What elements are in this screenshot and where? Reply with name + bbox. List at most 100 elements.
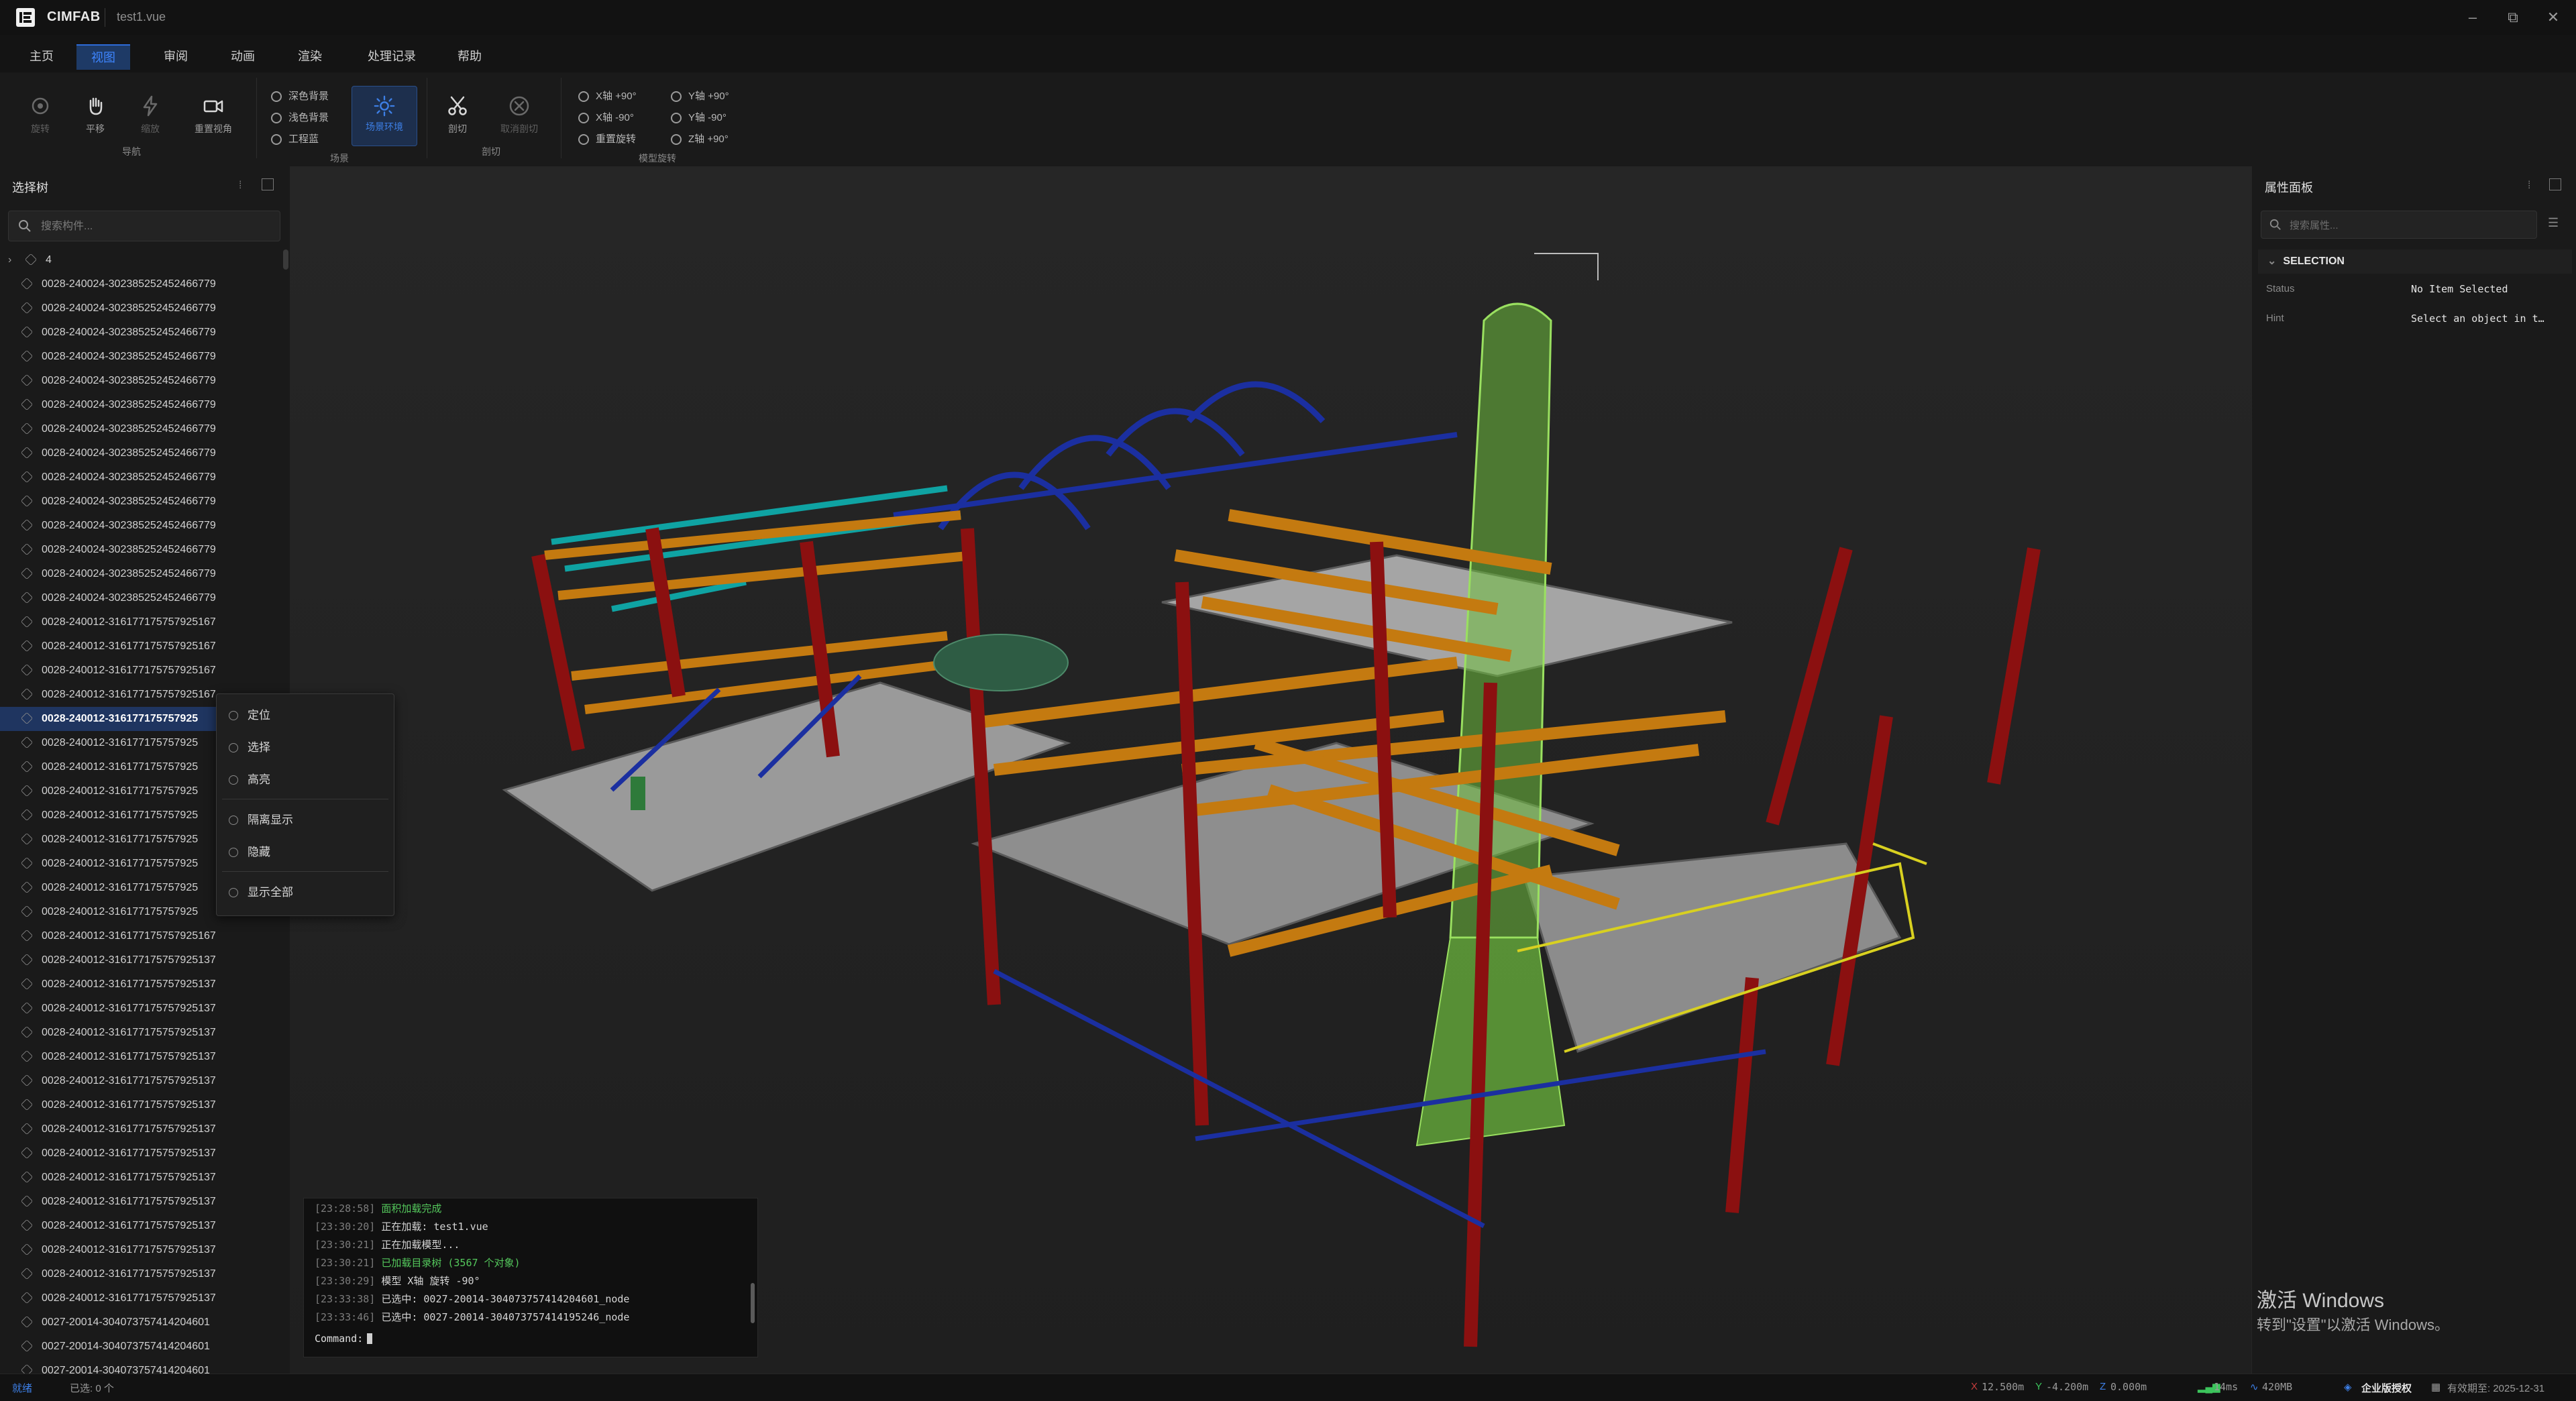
tree-item[interactable]: 0028-240024-302385252452466779 bbox=[0, 393, 282, 417]
tree-item[interactable]: 0028-240012-316177175757925167 bbox=[0, 634, 282, 659]
tree-item[interactable]: 0028-240012-316177175757925137 bbox=[0, 1238, 282, 1262]
tree-item[interactable]: 0028-240012-316177175757925137 bbox=[0, 1093, 282, 1117]
tree-item[interactable]: 0028-240012-316177175757925167 bbox=[0, 924, 282, 948]
tree-item[interactable]: 0028-240024-302385252452466779 bbox=[0, 321, 282, 345]
command-line[interactable]: Command: bbox=[315, 1333, 373, 1345]
tree-item-label: 0028-240012-316177175757925137 bbox=[42, 1075, 216, 1086]
tree-item[interactable]: 0027-20014-304073757414204601 bbox=[0, 1335, 282, 1359]
menu-item-hide[interactable]: 隐藏 bbox=[217, 839, 394, 866]
rotate-y-minus-button[interactable]: Y轴 -90° bbox=[671, 110, 727, 124]
rotate-ccw-icon bbox=[578, 91, 589, 102]
selection-section-header[interactable]: ⌄ SELECTION bbox=[2258, 249, 2572, 274]
menu-item-isolate[interactable]: 隔离显示 bbox=[217, 807, 394, 834]
tree-item[interactable]: 0028-240012-316177175757925137 bbox=[0, 1117, 282, 1141]
cancel-section-button[interactable]: 取消剖切 bbox=[492, 94, 546, 135]
pan-button[interactable]: 平移 bbox=[74, 94, 117, 135]
panel-collapse-icon[interactable] bbox=[262, 178, 274, 190]
panel-collapse-icon[interactable] bbox=[2549, 178, 2561, 190]
component-icon bbox=[20, 1194, 34, 1208]
tree-search-input[interactable] bbox=[40, 211, 270, 242]
tree-root[interactable]: › 4 bbox=[0, 248, 282, 272]
tree-item[interactable]: 0028-240012-316177175757925137 bbox=[0, 1190, 282, 1214]
tree-item[interactable]: 0028-240012-316177175757925137 bbox=[0, 1045, 282, 1069]
tree-item[interactable]: 0028-240024-302385252452466779 bbox=[0, 562, 282, 586]
menu-item-select[interactable]: 选择 bbox=[217, 734, 394, 761]
tree-item-label: 0028-240024-302385252452466779 bbox=[42, 496, 216, 507]
component-icon bbox=[20, 470, 34, 484]
selection-section-title: SELECTION bbox=[2283, 256, 2345, 267]
menu-item-highlight[interactable]: 高亮 bbox=[217, 767, 394, 793]
section-button[interactable]: 剖切 bbox=[436, 94, 479, 135]
tree-item[interactable]: 0028-240012-316177175757925137 bbox=[0, 1214, 282, 1238]
command-cursor[interactable] bbox=[367, 1333, 373, 1344]
property-search-input[interactable] bbox=[2288, 211, 2532, 239]
tree-item[interactable]: 0028-240024-302385252452466779 bbox=[0, 514, 282, 538]
tree-item[interactable]: 0028-240012-316177175757925137 bbox=[0, 1166, 282, 1190]
tree-item[interactable]: 0028-240024-302385252452466779 bbox=[0, 538, 282, 562]
3d-viewport[interactable] bbox=[290, 166, 2251, 1374]
rotate-x-minus-button[interactable]: X轴 -90° bbox=[578, 110, 634, 124]
model-render[interactable] bbox=[290, 166, 2251, 1374]
menu-item-show-all[interactable]: 显示全部 bbox=[217, 879, 394, 906]
sun-icon bbox=[374, 95, 395, 117]
tree-item[interactable]: 0028-240024-302385252452466779 bbox=[0, 417, 282, 441]
light-bg-option[interactable]: 浅色背景 bbox=[271, 110, 329, 124]
tree-item[interactable]: 0028-240012-316177175757925137 bbox=[0, 972, 282, 997]
reset-rotation-button[interactable]: 重置旋转 bbox=[578, 131, 636, 146]
restore-icon[interactable]: ⧉ bbox=[2500, 5, 2526, 30]
tree-item[interactable]: 0028-240012-316177175757925137 bbox=[0, 1021, 282, 1045]
tree-item[interactable]: 0028-240012-316177175757925137 bbox=[0, 1141, 282, 1166]
tab-home[interactable]: 主页 bbox=[15, 44, 68, 68]
console-scrollbar[interactable] bbox=[751, 1283, 755, 1323]
reset-view-button[interactable]: 重置视角 bbox=[189, 94, 237, 135]
property-search-box bbox=[2261, 211, 2537, 239]
tree-item[interactable]: 0028-240024-302385252452466779 bbox=[0, 369, 282, 393]
component-icon bbox=[20, 325, 34, 339]
tree-item[interactable]: 0028-240024-302385252452466779 bbox=[0, 345, 282, 369]
zoom-button[interactable]: 缩放 bbox=[129, 94, 172, 135]
tree-item-label: 0028-240012-316177175757925 bbox=[42, 906, 199, 917]
tree-item[interactable]: 0028-240024-302385252452466779 bbox=[0, 490, 282, 514]
component-icon bbox=[20, 808, 34, 822]
shield-icon: ◈ bbox=[2344, 1382, 2352, 1393]
tab-help[interactable]: 帮助 bbox=[443, 44, 496, 68]
tab-review[interactable]: 审阅 bbox=[149, 44, 203, 68]
scene-environment-button[interactable]: 场景环境 bbox=[352, 86, 417, 146]
tree-scrollbar[interactable] bbox=[283, 249, 288, 270]
tree-item[interactable]: 0028-240024-302385252452466779 bbox=[0, 465, 282, 490]
tab-animation[interactable]: 动画 bbox=[216, 44, 270, 68]
dark-bg-option[interactable]: 深色背景 bbox=[271, 89, 329, 103]
tab-history[interactable]: 处理记录 bbox=[353, 44, 431, 68]
component-icon bbox=[20, 349, 34, 363]
tab-render[interactable]: 渲染 bbox=[283, 44, 337, 68]
tree-item-label: 0028-240012-316177175757925 bbox=[42, 834, 199, 845]
tree-item[interactable]: 0027-20014-304073757414204601 bbox=[0, 1310, 282, 1335]
drag-handle-icon[interactable]: ⁞ bbox=[2528, 180, 2530, 192]
tree-item[interactable]: 0028-240012-316177175757925137 bbox=[0, 1262, 282, 1286]
tab-view[interactable]: 视图 bbox=[76, 44, 130, 70]
drag-handle-icon[interactable]: ⁞ bbox=[239, 180, 241, 192]
rotate-button[interactable]: 旋转 bbox=[19, 94, 62, 135]
close-icon[interactable]: ✕ bbox=[2540, 5, 2567, 30]
scene-environment-label: 场景环境 bbox=[366, 121, 403, 132]
rotate-x-plus-button[interactable]: X轴 +90° bbox=[578, 89, 637, 103]
tree-item[interactable]: 0028-240024-302385252452466779 bbox=[0, 586, 282, 610]
tree-item[interactable]: 0028-240024-302385252452466779 bbox=[0, 272, 282, 296]
filter-icon[interactable]: ☰ bbox=[2548, 216, 2559, 230]
rotate-y-plus-label: Y轴 +90° bbox=[688, 91, 729, 102]
tree-item[interactable]: 0028-240012-316177175757925167 bbox=[0, 659, 282, 683]
tree-item[interactable]: 0028-240024-302385252452466779 bbox=[0, 441, 282, 465]
tree-item[interactable]: 0028-240012-316177175757925137 bbox=[0, 1286, 282, 1310]
rotate-y-plus-button[interactable]: Y轴 +90° bbox=[671, 89, 729, 103]
tree-item[interactable]: 0028-240012-316177175757925137 bbox=[0, 948, 282, 972]
blueprint-option[interactable]: 工程蓝 bbox=[271, 131, 319, 146]
zoom-label: 缩放 bbox=[141, 123, 160, 134]
eye-icon bbox=[229, 888, 238, 897]
rotate-z-plus-button[interactable]: Z轴 +90° bbox=[671, 131, 729, 146]
menu-item-locate[interactable]: 定位 bbox=[217, 702, 394, 729]
minimize-icon[interactable]: – bbox=[2459, 5, 2486, 30]
tree-item[interactable]: 0028-240024-302385252452466779 bbox=[0, 296, 282, 321]
tree-item[interactable]: 0028-240012-316177175757925167 bbox=[0, 610, 282, 634]
tree-item[interactable]: 0028-240012-316177175757925137 bbox=[0, 997, 282, 1021]
tree-item[interactable]: 0028-240012-316177175757925137 bbox=[0, 1069, 282, 1093]
